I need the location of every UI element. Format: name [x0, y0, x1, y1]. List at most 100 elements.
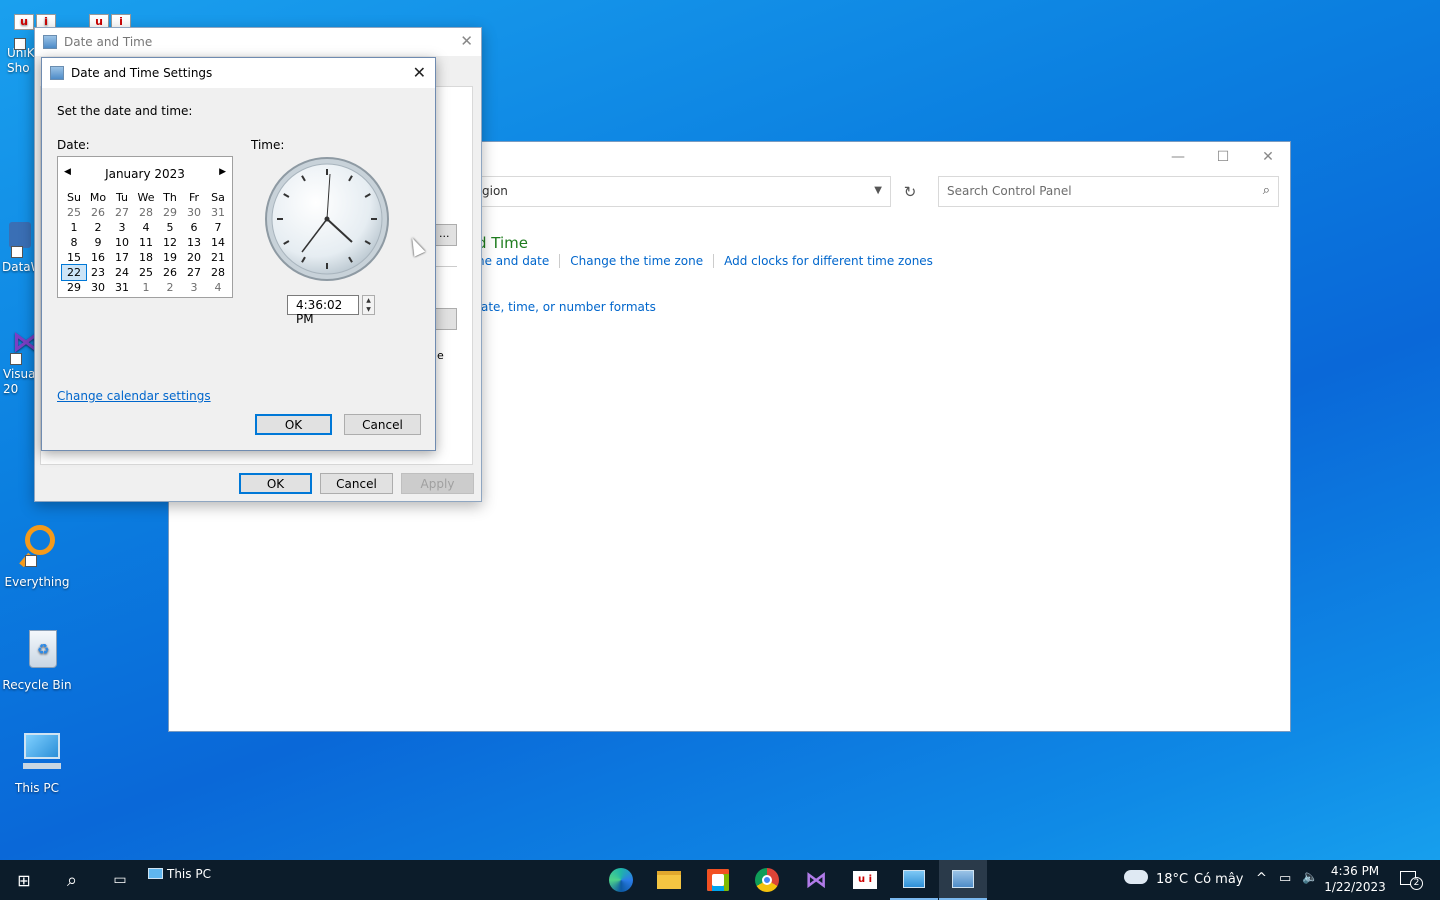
calendar[interactable]: ◀ January 2023 ▶ Su Mo Tu We Th Fr Sa 25…	[57, 156, 233, 298]
link-set-time-and-date[interactable]: ne and date	[477, 254, 559, 268]
calendar-day[interactable]: 18	[134, 250, 158, 265]
search-button[interactable]: ⌕	[48, 860, 96, 900]
calendar-day[interactable]: 25	[62, 205, 86, 220]
calendar-day[interactable]: 28	[206, 265, 230, 280]
calendar-day[interactable]: 28	[134, 205, 158, 220]
link-change-time-zone[interactable]: Change the time zone	[559, 254, 713, 268]
refresh-button[interactable]: ↻	[895, 176, 925, 207]
time-input[interactable]: 4:36:02 PM	[287, 295, 359, 326]
close-icon[interactable]: ✕	[413, 63, 426, 82]
taskbar-unikey[interactable]: u i	[841, 860, 889, 900]
cancel-button[interactable]: Cancel	[320, 473, 393, 494]
calendar-day[interactable]: 20	[182, 250, 206, 265]
next-month-button[interactable]: ▶	[219, 167, 226, 177]
taskbar-visual-studio[interactable]: ⋈	[792, 860, 840, 900]
search-input[interactable]: Search Control Panel ⌕	[938, 176, 1279, 207]
calendar-day[interactable]: 13	[182, 235, 206, 250]
change-time-zone-button[interactable]	[435, 308, 457, 330]
taskbar-chrome[interactable]	[743, 860, 791, 900]
task-view-button[interactable]: ▭	[96, 860, 144, 900]
taskbar-this-pc[interactable]: This PC	[144, 860, 254, 900]
calendar-day[interactable]: 4	[134, 220, 158, 235]
taskbar-control-panel[interactable]	[890, 860, 938, 900]
calendar-day[interactable]: 8	[62, 235, 86, 250]
volume-button[interactable]: 🔈	[1302, 870, 1318, 885]
calendar-day[interactable]: 27	[110, 205, 134, 220]
taskbar-file-explorer[interactable]	[645, 860, 693, 900]
show-hidden-icons-button[interactable]: ^	[1256, 871, 1267, 886]
calendar-day[interactable]: 24	[110, 265, 134, 280]
calendar-day[interactable]: 12	[158, 235, 182, 250]
close-icon[interactable]: ✕	[460, 32, 473, 50]
calendar-day[interactable]: 16	[86, 250, 110, 265]
weekday-label: Tu	[115, 191, 129, 204]
calendar-day[interactable]: 5	[158, 220, 182, 235]
link-add-clocks[interactable]: Add clocks for different time zones	[713, 254, 943, 268]
calendar-day[interactable]: 15	[62, 250, 86, 265]
calendar-day[interactable]: 30	[182, 205, 206, 220]
desktop-icon-this-pc[interactable]: This PC	[0, 729, 74, 796]
calendar-day[interactable]: 31	[206, 205, 230, 220]
calendar-day[interactable]: 14	[206, 235, 230, 250]
close-button[interactable]: ✕	[1245, 142, 1291, 172]
calendar-day[interactable]: 26	[86, 205, 110, 220]
action-center-button[interactable]: 2	[1394, 860, 1432, 900]
taskbar-edge[interactable]	[597, 860, 645, 900]
settings-title: Date and Time Settings	[71, 66, 213, 80]
calendar-day[interactable]: 4	[206, 280, 230, 295]
calendar-day[interactable]: 25	[134, 265, 158, 280]
calendar-day[interactable]: 7	[206, 220, 230, 235]
calendar-day[interactable]: 9	[86, 235, 110, 250]
taskbar-store[interactable]	[694, 860, 742, 900]
calendar-month-label[interactable]: January 2023	[58, 167, 232, 181]
link-change-formats[interactable]: ate, time, or number formats	[481, 300, 656, 314]
weekday-label: Sa	[211, 191, 225, 204]
chrome-icon	[755, 868, 779, 892]
start-button[interactable]: ⊞	[0, 860, 48, 900]
calendar-day[interactable]: 1	[134, 280, 158, 295]
dialog-titlebar[interactable]: Date and Time ✕	[35, 28, 481, 56]
spin-up-icon[interactable]: ▲	[363, 296, 374, 305]
calendar-day[interactable]: 3	[110, 220, 134, 235]
calendar-day[interactable]: 27	[182, 265, 206, 280]
settings-cancel-button[interactable]: Cancel	[344, 414, 421, 435]
desktop-icon-everything[interactable]: Everything	[0, 523, 74, 590]
search-icon: ⌕	[1262, 183, 1270, 198]
calendar-day[interactable]: 2	[86, 220, 110, 235]
change-date-time-button[interactable]: ...	[435, 224, 457, 246]
apply-button[interactable]: Apply	[401, 473, 474, 494]
calendar-day[interactable]: 6	[182, 220, 206, 235]
calendar-day[interactable]: 2	[158, 280, 182, 295]
calendar-day[interactable]: 19	[158, 250, 182, 265]
settings-titlebar[interactable]: Date and Time Settings ✕	[42, 58, 435, 88]
ok-button[interactable]: OK	[239, 473, 312, 494]
chevron-down-icon[interactable]: ▼	[874, 185, 882, 196]
calendar-day-selected[interactable]: 22	[61, 264, 87, 281]
calendar-day[interactable]: 29	[158, 205, 182, 220]
calendar-day[interactable]: 17	[110, 250, 134, 265]
calendar-day[interactable]: 30	[86, 280, 110, 295]
maximize-button[interactable]: ☐	[1200, 142, 1246, 172]
category-title[interactable]: d Time	[477, 234, 528, 252]
settings-ok-button[interactable]: OK	[255, 414, 332, 435]
taskbar-date-time[interactable]	[939, 860, 987, 900]
calendar-day[interactable]: 23	[86, 265, 110, 280]
minimize-button[interactable]: —	[1155, 142, 1201, 172]
address-bar[interactable]: gion ▼	[469, 176, 891, 207]
time-spinner[interactable]: ▲ ▼	[362, 295, 375, 315]
taskbar-clock[interactable]: 4:36 PM 1/22/2023	[1322, 860, 1388, 900]
calendar-day[interactable]: 26	[158, 265, 182, 280]
calendar-day[interactable]: 11	[134, 235, 158, 250]
spin-down-icon[interactable]: ▼	[363, 305, 374, 314]
calendar-day[interactable]: 10	[110, 235, 134, 250]
calendar-day[interactable]: 31	[110, 280, 134, 295]
calendar-day[interactable]: 21	[206, 250, 230, 265]
calendar-day[interactable]: 1	[62, 220, 86, 235]
change-calendar-settings-link[interactable]: Change calendar settings	[57, 389, 211, 403]
calendar-day[interactable]: 3	[182, 280, 206, 295]
weather-widget[interactable]: 18°C Có mây	[1120, 860, 1248, 900]
desktop-icon-recycle-bin[interactable]: ♻ Recycle Bin	[0, 626, 74, 693]
network-button[interactable]: ▭	[1279, 871, 1291, 886]
date-and-time-settings-dialog[interactable]: Date and Time Settings ✕ Set the date an…	[41, 57, 436, 451]
calendar-day[interactable]: 29	[62, 280, 86, 295]
